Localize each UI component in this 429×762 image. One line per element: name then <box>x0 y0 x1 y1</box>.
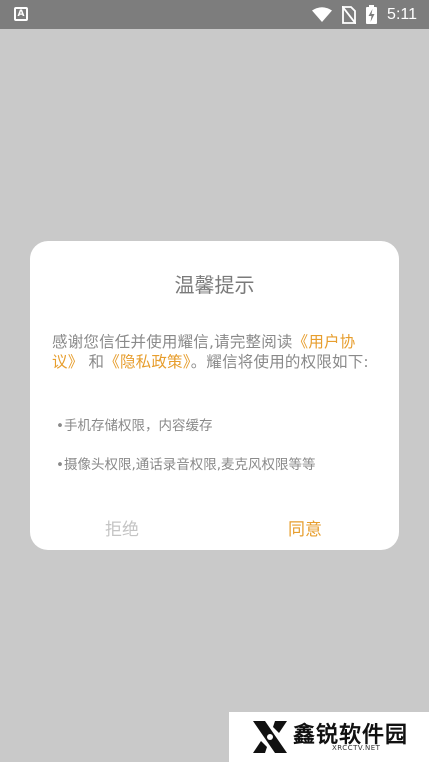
dialog-message: 感谢您信任并使用耀信,请完整阅读《用户协议》 和《隐私政策》。耀信将使用的权限如… <box>52 332 380 372</box>
site-watermark: 鑫锐软件园 XRCCTV.NET <box>229 712 429 762</box>
privacy-dialog: 温馨提示 感谢您信任并使用耀信,请完整阅读《用户协议》 和《隐私政策》。耀信将使… <box>30 241 399 550</box>
agree-button[interactable]: 同意 <box>288 515 322 540</box>
status-bar: A 5:11 <box>0 0 429 29</box>
message-and: 和 <box>88 353 105 371</box>
dialog-title: 温馨提示 <box>174 273 255 297</box>
message-prefix: 感谢您信任并使用耀信,请完整阅读 <box>52 333 293 351</box>
message-suffix: 。耀信将使用的权限如下: <box>190 353 369 371</box>
no-sim-icon <box>342 5 357 24</box>
wifi-icon <box>312 6 333 22</box>
clock-time: 5:11 <box>387 5 417 23</box>
permission-item-camera: •摄像头权限,通话录音权限,麦克风权限等等 <box>56 457 316 473</box>
reject-button[interactable]: 拒绝 <box>105 515 139 540</box>
watermark-logo-icon <box>253 721 287 753</box>
watermark-url: XRCCTV.NET <box>332 744 381 752</box>
permission-item-storage: •手机存储权限，内容缓存 <box>56 418 213 434</box>
app-notification-icon: A <box>14 7 28 21</box>
battery-charging-icon <box>366 5 378 24</box>
privacy-policy-link[interactable]: 《隐私政策》 <box>104 353 190 371</box>
